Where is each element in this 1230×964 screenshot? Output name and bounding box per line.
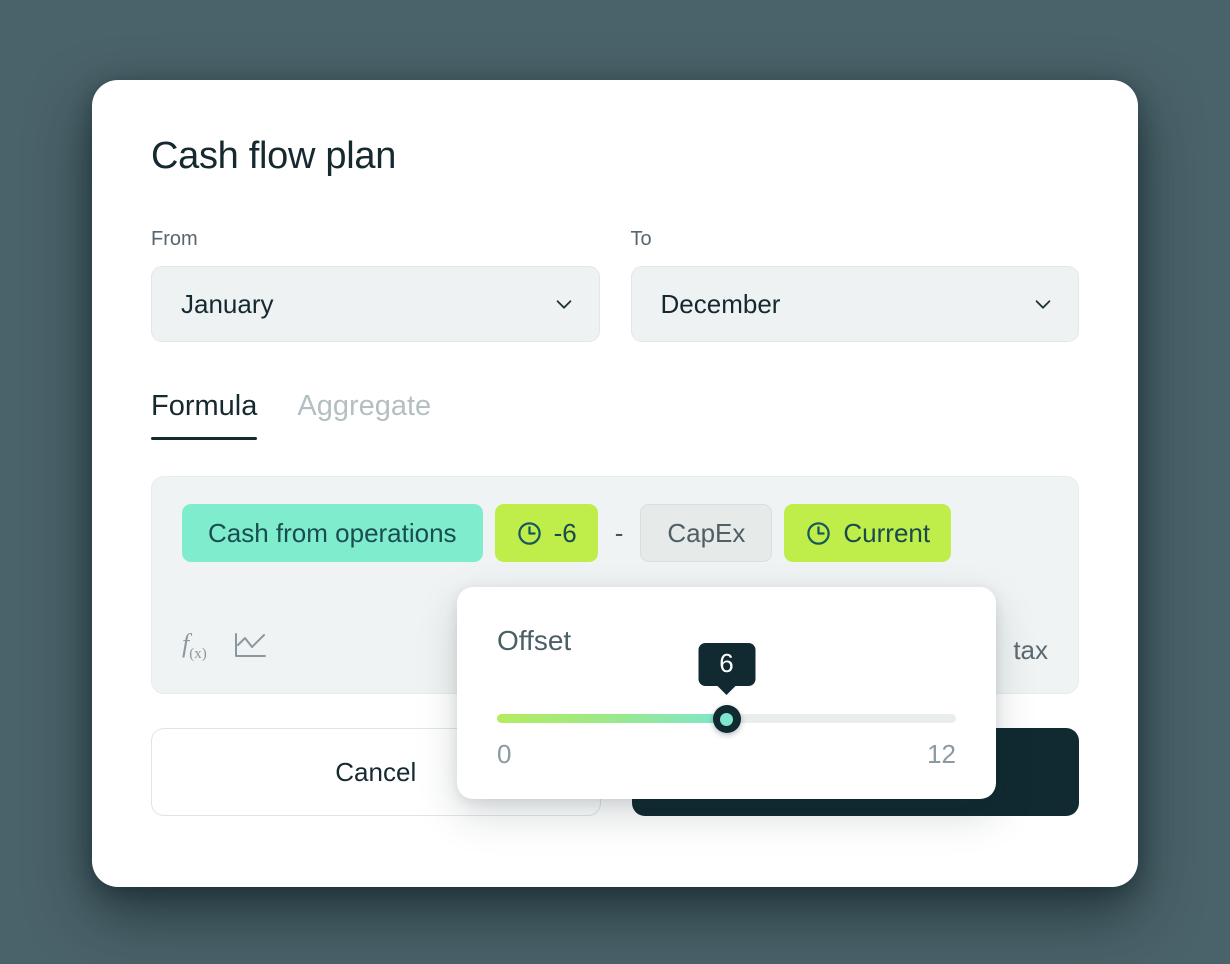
- to-field-group: To December: [630, 228, 1079, 342]
- slider-value-tooltip: 6: [698, 643, 755, 686]
- slider-track-fill: [497, 714, 727, 723]
- formula-trailing-text: tax: [1013, 635, 1048, 665]
- slider-range-labels: 0 12: [497, 739, 956, 770]
- token-capex[interactable]: CapEx: [640, 504, 773, 562]
- from-month-value: January: [181, 288, 274, 319]
- to-label: To: [630, 228, 652, 250]
- token-offset-current[interactable]: Current: [784, 504, 952, 562]
- token-label: Cash from operations: [208, 517, 457, 548]
- formula-toolbar: f(x): [182, 629, 267, 663]
- token-label: CapEx: [667, 517, 746, 548]
- to-month-select[interactable]: December: [630, 266, 1079, 342]
- page-title: Cash flow plan: [151, 135, 397, 177]
- function-icon[interactable]: f(x): [182, 629, 207, 663]
- tab-aggregate[interactable]: Aggregate: [297, 390, 431, 440]
- to-month-value: December: [660, 288, 781, 319]
- from-field-group: From January: [151, 228, 600, 342]
- line-chart-icon[interactable]: [233, 632, 267, 660]
- date-range-fields: From January To December: [151, 228, 1079, 342]
- offset-slider[interactable]: 6: [497, 643, 956, 739]
- from-month-select[interactable]: January: [151, 266, 600, 342]
- formula-mode-tabs: Formula Aggregate: [151, 390, 431, 440]
- clock-icon: [807, 521, 831, 545]
- token-label: Current: [843, 517, 931, 548]
- slider-thumb[interactable]: [712, 705, 741, 733]
- operator-minus: -: [614, 517, 624, 548]
- clock-icon: [517, 521, 541, 545]
- tab-formula[interactable]: Formula: [151, 390, 258, 440]
- token-cash-from-operations[interactable]: Cash from operations: [182, 504, 483, 562]
- function-icon-subscript: (x): [189, 646, 207, 662]
- token-label: -6: [553, 517, 577, 548]
- chevron-down-icon: [1035, 300, 1051, 309]
- formula-token-row: Cash from operations -6 - CapEx Current: [182, 504, 1048, 562]
- from-label: From: [151, 228, 198, 250]
- slider-min-label: 0: [497, 739, 512, 769]
- offset-popover: Offset 6 0 12: [457, 587, 996, 799]
- slider-max-label: 12: [927, 739, 956, 769]
- token-offset-minus-6[interactable]: -6: [494, 504, 598, 562]
- chevron-down-icon: [556, 300, 571, 309]
